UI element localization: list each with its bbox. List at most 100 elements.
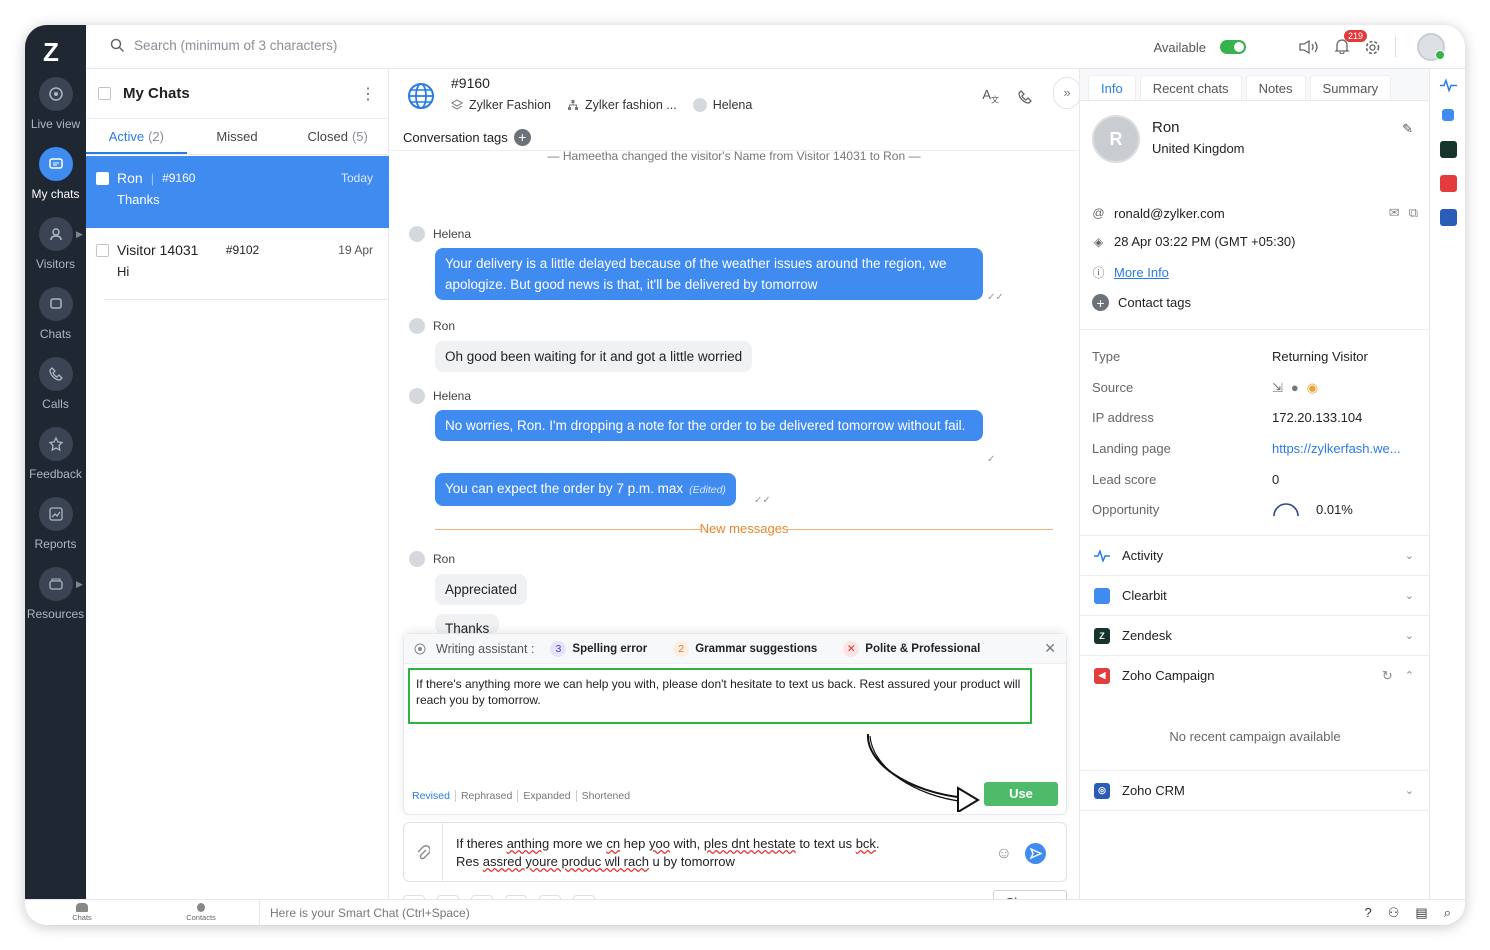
activity-icon[interactable] [1440, 77, 1457, 94]
gear-icon[interactable] [1364, 39, 1381, 56]
nav-label: Visitors [35, 257, 76, 271]
message-composer[interactable]: If theres anthing more we cn hep yoo wit… [403, 822, 1067, 882]
tab-recent-chats[interactable]: Recent chats [1139, 75, 1242, 100]
more-info-link[interactable]: More Info [1114, 265, 1169, 280]
section-zendesk[interactable]: Z Zendesk ⌄ [1080, 615, 1430, 655]
chevron-up-icon[interactable]: ⌃ [1405, 669, 1414, 682]
chip-label: Grammar suggestions [695, 642, 818, 655]
speaker-icon[interactable] [1298, 39, 1320, 55]
tab-active[interactable]: Active (2) [86, 119, 187, 154]
phone-icon[interactable] [1017, 89, 1033, 105]
tone-chip[interactable]: ✕ Polite & Professional [843, 640, 980, 657]
chat-icon [38, 147, 73, 181]
people-icon[interactable]: ⚇ [1388, 905, 1400, 921]
item-checkbox[interactable] [96, 171, 109, 185]
expand-caret-icon[interactable]: ▶ [76, 579, 83, 590]
expand-caret-icon[interactable]: ▶ [76, 229, 83, 240]
search-input[interactable]: Search (minimum of 3 characters) [110, 38, 337, 53]
select-all-checkbox[interactable] [98, 87, 111, 100]
nav-resources[interactable]: Resources [25, 567, 86, 621]
list-item[interactable]: Visitor 14031|#910219 Apr Hi [86, 228, 389, 300]
box-icon [38, 567, 73, 601]
search-icon[interactable]: ⌕ [1444, 905, 1451, 921]
tab-missed[interactable]: Missed [187, 119, 288, 154]
app-window: Z Live view My chats Visitors ▶ Chats Ca… [25, 25, 1465, 925]
use-button[interactable]: Use [984, 782, 1058, 806]
chevron-down-icon: ⌄ [1404, 590, 1414, 602]
zendesk-icon[interactable] [1440, 141, 1457, 158]
more-options-icon[interactable]: ⋮ [360, 84, 376, 104]
spelling-chip[interactable]: 3 Spelling error [550, 640, 648, 657]
mode-expanded[interactable]: Expanded [517, 790, 575, 802]
email-row: @ ronald@zylker.com ✉ ⧉ [1092, 205, 1418, 221]
notifications-button[interactable]: 219 [1334, 30, 1368, 57]
divider [104, 299, 388, 300]
visitor-message: Oh good been waiting for it and got a li… [435, 341, 753, 372]
inbox-icon[interactable]: ▤ [1415, 905, 1427, 921]
tab-closed[interactable]: Closed (5) [287, 119, 388, 154]
smart-chat-input[interactable]: Here is your Smart Chat (Ctrl+Space) [259, 900, 470, 925]
edit-icon[interactable]: ✎ [1402, 121, 1413, 137]
chip-label: Spelling error [572, 642, 648, 655]
collapse-panel-button[interactable]: » [1053, 77, 1081, 109]
nav-live-view[interactable]: Live view [25, 77, 86, 131]
tab-summary[interactable]: Summary [1309, 75, 1392, 100]
item-id: #9102 [225, 243, 260, 257]
crm-icon[interactable] [1440, 209, 1457, 226]
copy-icon[interactable]: ⧉ [1409, 205, 1418, 221]
nav-chats[interactable]: Chats [25, 287, 86, 341]
no-campaign-message: No recent campaign available [1169, 729, 1341, 744]
contact-tags-row[interactable]: + Contact tags [1092, 294, 1191, 311]
mode-revised[interactable]: Revised [412, 790, 455, 802]
add-tag-icon[interactable]: + [513, 128, 531, 146]
mode-rephrased[interactable]: Rephrased [454, 790, 517, 802]
paperclip-icon[interactable] [416, 845, 430, 861]
status-contacts[interactable]: Contacts [181, 903, 221, 922]
availability-toggle[interactable] [1220, 40, 1246, 54]
message-text: You can expect the order by 7 p.m. max [445, 481, 684, 496]
read-tick-icon: ✓✓ [754, 495, 771, 506]
section-label: Activity [1122, 548, 1164, 563]
section-zoho-crm[interactable]: ◎ Zoho CRM ⌄ [1080, 770, 1430, 810]
translate-icon[interactable]: A文 [982, 87, 999, 106]
item-checkbox[interactable] [96, 243, 109, 257]
conversation-tags[interactable]: Conversation tags + [389, 124, 1079, 151]
conversation-meta: Zylker Fashion Zylker fashion ... Helena [451, 98, 752, 112]
count-badge: 3 [550, 640, 567, 657]
campaign-icon: ◀ [1094, 667, 1110, 684]
close-icon[interactable]: ✕ [1044, 640, 1056, 657]
suggestion-text[interactable]: If there's anything more we can help you… [408, 668, 1032, 724]
add-tag-icon[interactable]: + [1092, 294, 1109, 311]
nav-feedback[interactable]: Feedback [25, 427, 86, 481]
rewrite-modes: Revised Rephrased Expanded Shortened [412, 790, 635, 802]
composer-text[interactable]: If theres anthing more we cn hep yoo wit… [456, 835, 880, 871]
grammar-chip[interactable]: 2 Grammar suggestions [673, 640, 818, 657]
status-chats[interactable]: Chats [65, 903, 99, 922]
apple-icon: ● [1290, 380, 1299, 395]
section-clearbit[interactable]: Clearbit ⌄ [1080, 575, 1430, 615]
landing-page-link[interactable]: https://zylkerfash.we... [1272, 441, 1401, 456]
section-activity[interactable]: Activity ⌄ [1080, 535, 1430, 575]
tab-info[interactable]: Info [1088, 75, 1136, 100]
user-avatar[interactable] [1417, 33, 1445, 61]
list-item[interactable]: Ron | #9160 Today Thanks [86, 156, 389, 228]
item-preview: Hi [117, 264, 130, 279]
nav-my-chats[interactable]: My chats [25, 147, 86, 201]
clearbit-icon[interactable] [1442, 109, 1454, 121]
nav-reports[interactable]: Reports [25, 497, 86, 551]
help-icon[interactable]: ? [1365, 905, 1372, 921]
globe-icon [408, 83, 434, 109]
mode-shortened[interactable]: Shortened [575, 790, 635, 802]
section-zoho-campaign[interactable]: ◀ Zoho Campaign ↻ ⌃ [1080, 655, 1430, 695]
mail-icon[interactable]: ✉ [1389, 205, 1400, 221]
nav-calls[interactable]: Calls [25, 357, 86, 411]
refresh-icon[interactable]: ↻ [1382, 668, 1393, 684]
campaign-icon[interactable] [1440, 175, 1457, 192]
nav-visitors[interactable]: Visitors [25, 217, 86, 271]
search-placeholder: Search (minimum of 3 characters) [134, 38, 338, 53]
emoji-icon[interactable]: ☺ [996, 845, 1012, 863]
sender-name: Ron [433, 319, 456, 333]
location-icon: ◈ [1093, 234, 1104, 249]
send-button[interactable] [1025, 843, 1046, 864]
tab-notes[interactable]: Notes [1245, 75, 1306, 100]
